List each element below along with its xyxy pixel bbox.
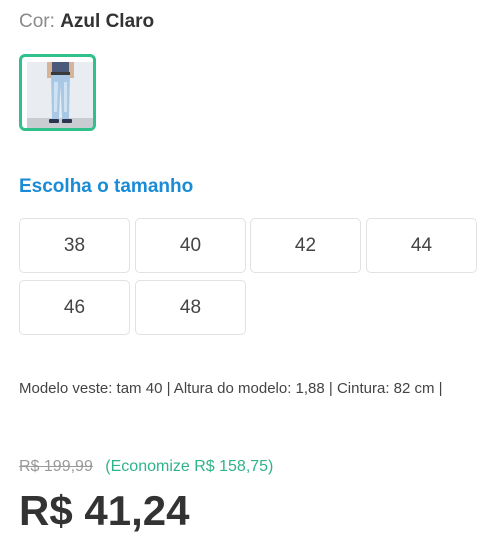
color-value: Azul Claro: [60, 11, 155, 32]
model-measurements: Modelo veste: tam 40 | Altura do modelo:…: [19, 380, 443, 397]
size-option-48[interactable]: 48: [135, 280, 246, 335]
size-option-46[interactable]: 46: [19, 280, 130, 335]
size-option-42[interactable]: 42: [250, 218, 361, 273]
size-option-44[interactable]: 44: [366, 218, 477, 273]
price-comparison: R$ 199,99 (Economize R$ 158,75): [19, 457, 273, 477]
color-row: Cor: Azul Claro: [19, 10, 154, 34]
size-section-title: Escolha o tamanho: [19, 176, 194, 197]
savings-text: (Economize R$ 158,75): [105, 458, 274, 475]
color-label: Cor:: [19, 11, 55, 32]
color-swatch-selected[interactable]: [19, 54, 96, 131]
size-option-40[interactable]: 40: [135, 218, 246, 273]
jeans-thumbnail-image: [27, 62, 93, 128]
size-option-38[interactable]: 38: [19, 218, 130, 273]
current-price: R$ 41,24: [19, 487, 190, 534]
old-price: R$ 199,99: [19, 458, 93, 475]
